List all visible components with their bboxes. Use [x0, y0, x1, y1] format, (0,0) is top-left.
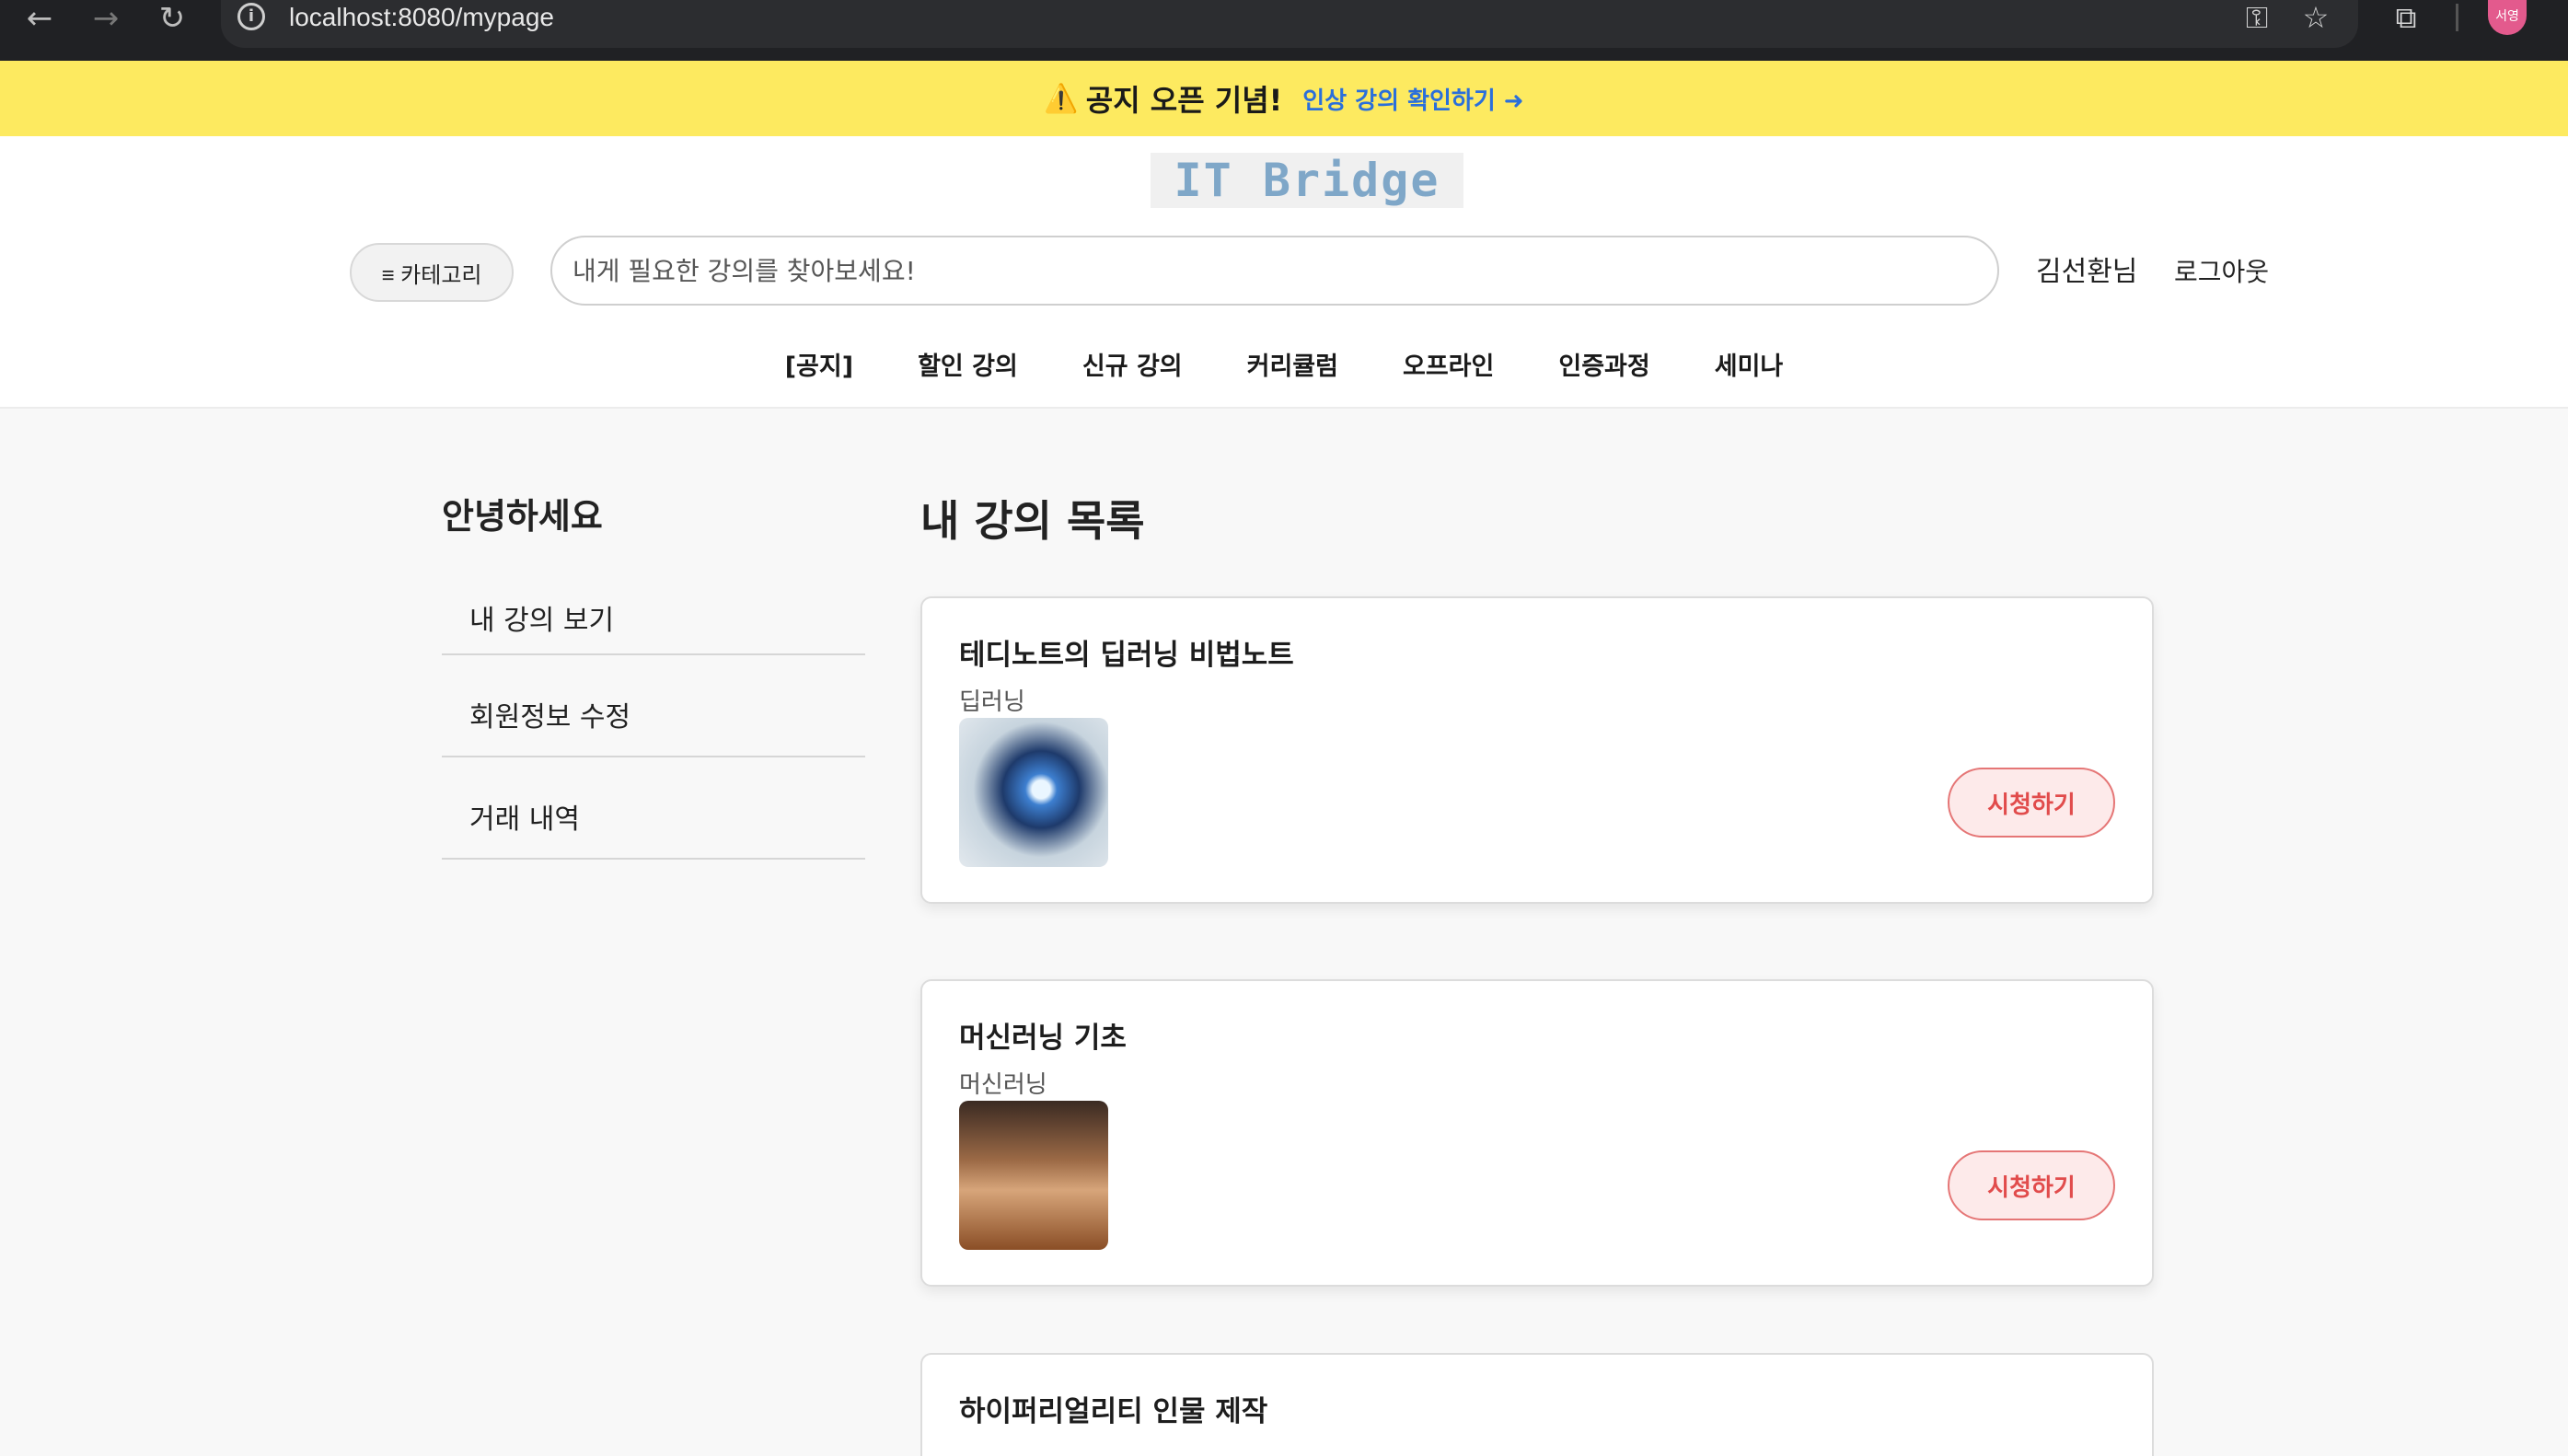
sidebar-greeting: 안녕하세요 — [442, 496, 603, 537]
watch-button[interactable]: 시청하기 — [1948, 768, 2115, 838]
course-title: 하이퍼리얼리티 인물 제작 — [959, 1395, 1268, 1428]
course-title: 머신러닝 기초 — [959, 1022, 1127, 1055]
search-input[interactable] — [550, 236, 1999, 306]
sidebar-item-my-courses[interactable]: 내 강의 보기 — [442, 577, 865, 655]
course-category: 딥러닝 — [959, 688, 1025, 716]
star-icon[interactable]: ☆ — [2296, 0, 2336, 35]
nav-notice[interactable]: [공지] — [785, 346, 853, 382]
main-nav: [공지] 할인 강의 신규 강의 커리큘럼 오프라인 인증과정 세미나 — [0, 341, 2568, 387]
watch-button[interactable]: 시청하기 — [1948, 1150, 2115, 1220]
nav-certification[interactable]: 인증과정 — [1558, 346, 1649, 382]
site-header: IT Bridge ≡ 카테고리 김선환님 로그아웃 [공지] 할인 강의 신규… — [0, 136, 2568, 409]
browser-toolbar: ← → ↻ i localhost:8080/mypage ⚿ ☆ ⧉ 서영 — [0, 0, 2568, 61]
sidebar-item-edit-profile[interactable]: 회원정보 수정 — [442, 655, 865, 757]
category-button[interactable]: ≡ 카테고리 — [350, 243, 514, 302]
reload-icon[interactable]: ↻ — [149, 0, 195, 37]
page-title: 내 강의 목록 — [920, 496, 1145, 546]
warning-icon: ⚠️ — [1044, 82, 1079, 115]
course-thumbnail — [959, 718, 1108, 867]
sidebar-item-transactions[interactable]: 거래 내역 — [442, 757, 865, 860]
forward-icon[interactable]: → — [83, 0, 129, 37]
banner-title: 공지 오픈 기념! — [1085, 83, 1283, 118]
key-icon[interactable]: ⚿ — [2237, 0, 2277, 35]
nav-new[interactable]: 신규 강의 — [1082, 346, 1183, 382]
mypage-sidebar: 안녕하세요 내 강의 보기 회원정보 수정 거래 내역 — [442, 488, 865, 860]
course-card: 테디노트의 딥러닝 비법노트 딥러닝 시청하기 — [920, 596, 2154, 904]
back-icon[interactable]: ← — [17, 0, 63, 37]
site-info-icon[interactable]: i — [237, 3, 265, 30]
nav-offline[interactable]: 오프라인 — [1403, 346, 1494, 382]
course-card: 머신러닝 기초 머신러닝 시청하기 — [920, 979, 2154, 1287]
nav-discount[interactable]: 할인 강의 — [918, 346, 1018, 382]
course-category: 머신러닝 — [959, 1071, 1047, 1099]
banner-link[interactable]: 인상 강의 확인하기 ➜ — [1302, 82, 1523, 116]
notice-banner: ⚠️ 공지 오픈 기념! 인상 강의 확인하기 ➜ — [0, 61, 2568, 136]
url-text[interactable]: localhost:8080/mypage — [289, 0, 554, 35]
course-title: 테디노트의 딥러닝 비법노트 — [959, 639, 1294, 672]
course-card: 하이퍼리얼리티 인물 제작 — [920, 1353, 2154, 1456]
logout-link[interactable]: 로그아웃 — [2174, 252, 2269, 289]
extensions-icon[interactable]: ⧉ — [2386, 0, 2426, 35]
nav-seminar[interactable]: 세미나 — [1715, 346, 1784, 382]
nav-curriculum[interactable]: 커리큘럼 — [1247, 346, 1338, 382]
toolbar-divider — [2456, 4, 2458, 31]
course-thumbnail — [959, 1101, 1108, 1250]
user-name[interactable]: 김선환님 — [2036, 248, 2137, 289]
site-logo[interactable]: IT Bridge — [1151, 153, 1463, 208]
profile-avatar[interactable]: 서영 — [2488, 0, 2527, 35]
